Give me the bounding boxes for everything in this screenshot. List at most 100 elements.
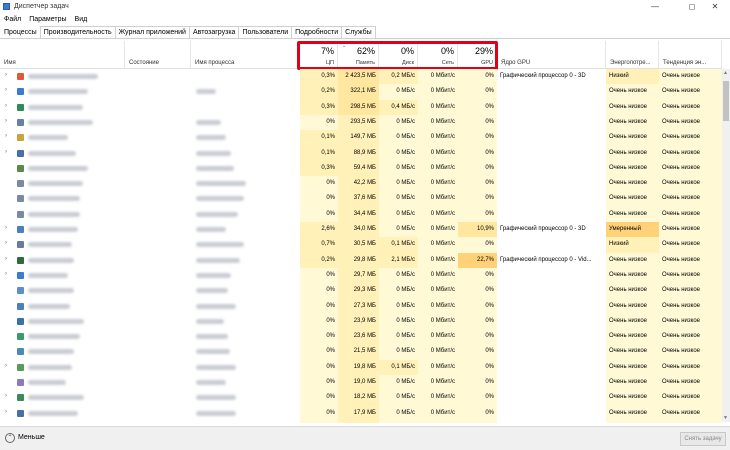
col-power[interactable]: Энергопотре...	[606, 41, 659, 68]
scroll-thumb[interactable]	[723, 81, 729, 121]
process-icon	[17, 317, 24, 325]
cell-net: 0 Мбит/с	[418, 405, 458, 423]
process-image-name-redacted	[196, 380, 226, 385]
process-image-name-redacted	[196, 272, 231, 278]
process-image-name-redacted	[196, 150, 231, 156]
process-name-redacted	[28, 211, 80, 217]
process-name-redacted	[28, 150, 76, 156]
process-image-name-redacted	[196, 318, 224, 324]
expand-chevron-icon[interactable]: ›	[5, 87, 7, 93]
process-icon	[17, 149, 24, 157]
process-image-name-redacted	[196, 165, 234, 171]
tab-app-history[interactable]: Журнал приложений	[114, 26, 190, 38]
tab-processes[interactable]: Процессы	[0, 26, 41, 38]
tab-bar: Процессы Производительность Журнал прило…	[0, 26, 730, 39]
process-icon	[17, 195, 24, 203]
expand-chevron-icon[interactable]: ›	[5, 256, 7, 262]
process-name-redacted	[28, 410, 78, 416]
process-name-redacted	[28, 242, 72, 248]
col-power-trend[interactable]: Тенденция эн...	[659, 41, 722, 68]
chevron-up-icon[interactable]: ⌃	[5, 433, 15, 443]
expand-chevron-icon[interactable]: ›	[5, 133, 7, 139]
process-image-name-redacted	[196, 89, 216, 95]
process-name-redacted	[28, 89, 88, 95]
process-image-name-redacted	[196, 119, 221, 125]
process-image-name-redacted	[196, 135, 226, 141]
process-image-name-redacted	[196, 395, 236, 401]
process-image-name-redacted	[196, 288, 228, 294]
cell-gpu: 0%	[458, 405, 497, 423]
vertical-scrollbar[interactable]: ▲ ▼	[722, 69, 730, 422]
expand-chevron-icon[interactable]: ›	[5, 103, 7, 109]
fewer-details-link[interactable]: Меньше	[18, 434, 45, 441]
process-name-redacted	[28, 364, 72, 370]
process-image-name-redacted	[196, 211, 238, 217]
expand-chevron-icon[interactable]: ›	[5, 409, 7, 415]
col-name[interactable]: Имя	[0, 41, 125, 68]
menu-view[interactable]: Вид	[71, 14, 92, 25]
process-name-redacted	[28, 318, 84, 324]
process-icon	[17, 333, 24, 341]
expand-chevron-icon[interactable]: ›	[5, 118, 7, 124]
process-name-redacted	[28, 74, 98, 79]
expand-chevron-icon[interactable]: ›	[5, 240, 7, 246]
cell-power: Очень низкое	[606, 405, 659, 423]
process-name-redacted	[28, 196, 80, 202]
process-name-redacted	[28, 303, 70, 309]
table-row[interactable]: › 0% 17,9 МБ 0 МБ/с 0 Мбит/с 0% Очень низкое Оч…	[0, 405, 722, 423]
task-manager-icon	[3, 3, 10, 10]
process-image-name-redacted	[196, 410, 236, 416]
process-name-redacted	[28, 135, 68, 141]
expand-chevron-icon[interactable]: ›	[5, 225, 7, 231]
process-image-name-redacted	[196, 349, 230, 355]
title-bar: Диспетчер задач — ◻ ✕	[0, 0, 730, 13]
process-image-name-redacted	[196, 181, 246, 187]
process-icon	[17, 241, 24, 249]
expand-chevron-icon[interactable]: ›	[5, 149, 7, 155]
tab-performance[interactable]: Производительность	[39, 26, 116, 38]
col-gpu-engine[interactable]: Ядро GPU	[497, 41, 606, 68]
process-name-redacted	[28, 349, 74, 355]
col-name-label: Имя	[4, 60, 16, 66]
col-process-name[interactable]: Имя процесса	[191, 41, 300, 68]
process-icon	[17, 118, 24, 126]
cell-mem: 17,9 МБ	[338, 405, 379, 423]
scroll-up-icon[interactable]: ▲	[723, 70, 728, 76]
menu-options[interactable]: Параметры	[25, 14, 70, 25]
expand-chevron-icon[interactable]: ›	[5, 393, 7, 399]
col-status-label: Состояние	[129, 60, 159, 66]
tab-startup[interactable]: Автозагрузка	[188, 26, 240, 38]
process-name-redacted	[28, 165, 88, 171]
cell-disk: 0 МБ/с	[379, 405, 418, 423]
close-button[interactable]: ✕	[700, 0, 730, 13]
process-icon	[17, 210, 24, 218]
tab-services[interactable]: Службы	[341, 26, 376, 38]
process-icon	[17, 256, 24, 264]
col-power-label: Энергопотре...	[610, 60, 651, 66]
end-task-button[interactable]: Снять задачу	[680, 432, 726, 446]
process-icon	[17, 271, 24, 279]
tab-users[interactable]: Пользователи	[238, 26, 293, 38]
cell-gpu-engine	[497, 406, 606, 423]
process-icon	[17, 287, 24, 295]
process-icon	[17, 88, 24, 96]
col-status[interactable]: Состояние	[125, 41, 191, 68]
menu-file[interactable]: Файл	[0, 14, 25, 25]
expand-chevron-icon[interactable]: ›	[5, 271, 7, 277]
process-icon	[17, 363, 24, 371]
tab-details[interactable]: Подробности	[291, 26, 343, 38]
process-image-name-redacted	[196, 227, 226, 232]
minimize-button[interactable]: —	[640, 0, 670, 13]
scroll-down-icon[interactable]: ▼	[723, 415, 728, 421]
process-icon	[17, 302, 24, 310]
process-image-name-redacted	[196, 364, 236, 370]
expand-chevron-icon[interactable]: ›	[5, 363, 7, 369]
process-name-redacted	[28, 380, 66, 385]
cell-cpu: 0%	[300, 405, 338, 423]
process-icon	[17, 134, 24, 142]
col-power-trend-label: Тенденция эн...	[663, 60, 707, 66]
process-image-name-redacted	[196, 196, 244, 202]
process-icon	[17, 348, 24, 356]
expand-chevron-icon[interactable]: ›	[5, 72, 7, 78]
col-process-name-label: Имя процесса	[195, 60, 235, 66]
